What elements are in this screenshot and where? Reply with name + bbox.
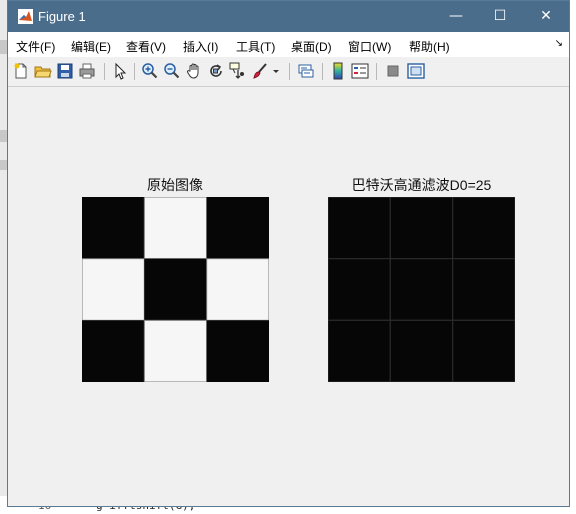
menu-file[interactable]: 文件(F) bbox=[16, 38, 55, 55]
image-block bbox=[328, 319, 391, 382]
title-bar[interactable]: Figure 1 — ☐ ✕ bbox=[8, 1, 569, 32]
butterworth-highpass-image[interactable] bbox=[328, 197, 515, 382]
link-plot-icon[interactable] bbox=[297, 62, 315, 80]
image-block bbox=[389, 319, 454, 382]
image-block bbox=[206, 320, 269, 382]
data-cursor-icon[interactable] bbox=[229, 62, 247, 80]
save-icon[interactable] bbox=[56, 62, 74, 80]
toolbar-separator bbox=[104, 63, 105, 80]
zoom-out-icon[interactable] bbox=[163, 62, 181, 80]
minimize-button[interactable]: — bbox=[433, 1, 479, 32]
edit-plot-arrow-icon[interactable] bbox=[111, 62, 129, 80]
figure-window: Figure 1 — ☐ ✕ 文件(F) 编辑(E) 查看(V) 插入(I) 工… bbox=[7, 0, 570, 507]
menu-desktop[interactable]: 桌面(D) bbox=[291, 38, 332, 55]
new-figure-icon[interactable] bbox=[12, 62, 30, 80]
image-block bbox=[452, 258, 515, 321]
maximize-button[interactable]: ☐ bbox=[477, 1, 523, 32]
image-block bbox=[328, 197, 391, 260]
menu-view[interactable]: 查看(V) bbox=[126, 38, 166, 55]
pan-hand-icon[interactable] bbox=[185, 62, 203, 80]
image-block bbox=[452, 319, 515, 382]
image-block bbox=[143, 319, 208, 382]
show-plot-tools-icon[interactable] bbox=[407, 62, 425, 80]
brush-dropdown-icon[interactable] bbox=[271, 62, 281, 80]
toolbar-separator bbox=[322, 63, 323, 80]
hide-plot-tools-icon[interactable] bbox=[384, 62, 402, 80]
image-block bbox=[144, 258, 207, 321]
image-block bbox=[206, 258, 269, 321]
axes-1-title: 原始图像 bbox=[147, 177, 203, 193]
image-block bbox=[206, 197, 269, 259]
insert-colorbar-icon[interactable] bbox=[329, 62, 347, 80]
zoom-in-icon[interactable] bbox=[141, 62, 159, 80]
toolbar-separator bbox=[289, 63, 290, 80]
matlab-logo-icon bbox=[18, 9, 33, 24]
toolbar-separator bbox=[134, 63, 135, 80]
print-icon[interactable] bbox=[78, 62, 96, 80]
window-title: Figure 1 bbox=[38, 9, 86, 24]
menu-window[interactable]: 窗口(W) bbox=[348, 38, 391, 55]
image-block bbox=[328, 258, 391, 321]
minimize-icon: — bbox=[449, 8, 463, 24]
image-block bbox=[143, 197, 208, 260]
image-block bbox=[82, 320, 145, 382]
image-block bbox=[452, 197, 515, 260]
figure-toolbar bbox=[8, 57, 569, 87]
axes-2-title: 巴特沃高通滤波D0=25 bbox=[351, 177, 492, 193]
insert-legend-icon[interactable] bbox=[351, 62, 369, 80]
menu-bar: 文件(F) 编辑(E) 查看(V) 插入(I) 工具(T) 桌面(D) 窗口(W… bbox=[8, 32, 569, 58]
toolbar-separator bbox=[376, 63, 377, 80]
image-block bbox=[389, 258, 454, 321]
menu-help[interactable]: 帮助(H) bbox=[409, 38, 450, 55]
menu-overflow-arrow-icon[interactable]: ↘ bbox=[555, 38, 563, 49]
open-file-icon[interactable] bbox=[34, 62, 52, 80]
brush-icon[interactable] bbox=[251, 62, 269, 80]
close-button[interactable]: ✕ bbox=[523, 1, 569, 32]
close-icon: ✕ bbox=[540, 8, 552, 24]
original-image[interactable] bbox=[82, 197, 269, 382]
rotate-3d-icon[interactable] bbox=[207, 62, 225, 80]
menu-insert[interactable]: 插入(I) bbox=[183, 38, 218, 55]
menu-edit[interactable]: 编辑(E) bbox=[71, 38, 111, 55]
image-block bbox=[82, 258, 145, 321]
image-block bbox=[82, 197, 145, 259]
menu-tools[interactable]: 工具(T) bbox=[236, 38, 275, 55]
image-block bbox=[389, 197, 454, 260]
maximize-icon: ☐ bbox=[493, 8, 507, 24]
